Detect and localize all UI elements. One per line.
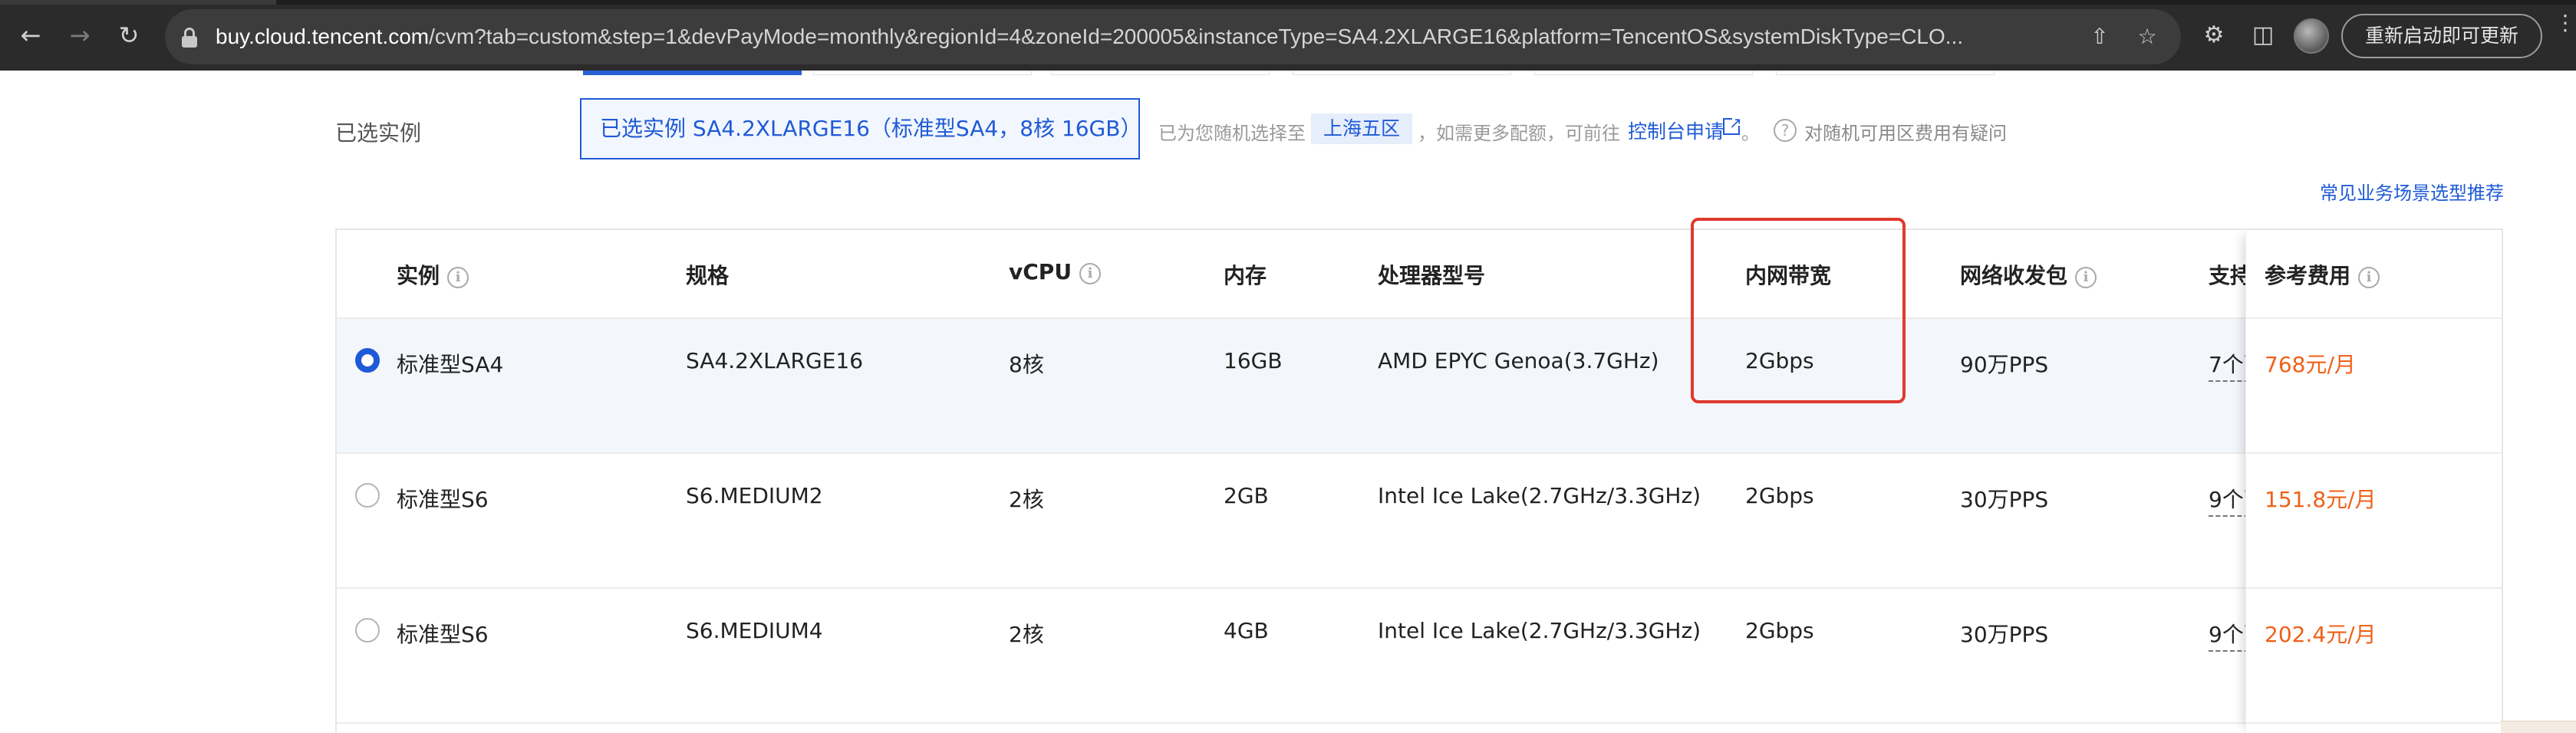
- tab[interactable]: [1534, 71, 1753, 75]
- tab-active[interactable]: [583, 71, 802, 75]
- cell-memory: 16GB: [1224, 348, 1283, 373]
- url-text[interactable]: buy.cloud.tencent.com/cvm?tab=custom&ste…: [216, 9, 2072, 64]
- info-icon[interactable]: i: [2075, 267, 2097, 288]
- selected-instance-box: 已选实例 SA4.2XLARGE16（标准型SA4，8核 16GB）: [580, 98, 1141, 159]
- cell-processor: Intel Ice Lake(2.7GHz/3.3GHz): [1378, 483, 1701, 508]
- console-apply-link[interactable]: 控制台申请: [1628, 117, 1724, 144]
- share-icon[interactable]: ⇧: [2084, 21, 2115, 52]
- divider: [2246, 317, 2502, 319]
- question-circle-icon[interactable]: ?: [1774, 119, 1797, 142]
- lock-icon[interactable]: [182, 28, 197, 48]
- cell-instance: 标准型S6: [397, 487, 489, 512]
- header-processor: 处理器型号: [1378, 263, 1486, 288]
- info-icon[interactable]: i: [447, 267, 469, 288]
- zone-fee-question-link[interactable]: 对随机可用区费用有疑问: [1804, 118, 2007, 145]
- random-zone-hint: 已为您随机选择至: [1158, 123, 1306, 144]
- cell-processor: Intel Ice Lake(2.7GHz/3.3GHz): [1378, 618, 1701, 643]
- header-spec: 规格: [686, 263, 730, 288]
- cell-spec: S6.MEDIUM4: [686, 618, 823, 643]
- restart-update-button[interactable]: 重新启动即可更新: [2341, 14, 2542, 58]
- address-bar[interactable]: buy.cloud.tencent.com/cvm?tab=custom&ste…: [165, 9, 2181, 64]
- quota-hint: ，如需更多配额，可前往: [1418, 123, 1620, 144]
- info-icon[interactable]: i: [2358, 267, 2380, 288]
- table-row[interactable]: 标准型S6 S6.MEDIUM4 2核 4GB Intel Ice Lake(2…: [337, 589, 2502, 724]
- tab-edge[interactable]: [0, 0, 276, 5]
- tab[interactable]: [1293, 71, 1511, 75]
- zone-tag: 上海五区: [1311, 113, 1413, 144]
- price-column: 参考费用 i 768元/月 151.8元/月 202.4元/月: [2245, 230, 2502, 733]
- config-tabs: [583, 71, 2194, 77]
- info-icon[interactable]: i: [1079, 263, 1102, 284]
- table-row[interactable]: 标准型SA4 SA4.2XLARGE16 8核 16GB AMD EPYC Ge…: [337, 319, 2502, 454]
- divider: [2246, 722, 2502, 724]
- cell-bandwidth: 2Gbps: [1745, 618, 1814, 643]
- cell-processor: AMD EPYC Genoa(3.7GHz): [1378, 348, 1659, 373]
- tab[interactable]: [1051, 71, 1270, 75]
- tab[interactable]: [1776, 71, 1995, 75]
- cell-pps: 30万PPS: [1960, 487, 2049, 512]
- header-support: 支持: [2209, 263, 2245, 288]
- header-price: 参考费用 i: [2265, 259, 2380, 290]
- cell-pps: 90万PPS: [1960, 352, 2049, 377]
- side-panel-icon[interactable]: ◫: [2248, 20, 2278, 51]
- cell-price: 768元/月: [2265, 352, 2356, 377]
- back-arrow-icon[interactable]: ←: [15, 20, 46, 51]
- cell-spec: S6.MEDIUM2: [686, 483, 823, 508]
- cell-spec: SA4.2XLARGE16: [686, 348, 864, 373]
- forward-arrow-icon[interactable]: →: [64, 20, 95, 51]
- cell-vcpu: 8核: [1009, 352, 1044, 377]
- header-memory: 内存: [1224, 263, 1267, 288]
- external-link-arrow-icon: ↗: [1729, 113, 1742, 132]
- cell-price: 202.4元/月: [2265, 622, 2377, 647]
- table-header: 实例i 规格 vCPUi 内存 处理器型号 内网带宽 网络收发包i 支持: [337, 230, 2502, 319]
- row-radio[interactable]: [355, 483, 380, 508]
- puzzle-icon[interactable]: ⚙: [2199, 20, 2229, 51]
- cell-price: 151.8元/月: [2265, 487, 2377, 512]
- scenario-recommendation-link[interactable]: 常见业务场景选型推荐: [2320, 178, 2504, 205]
- cell-instance: 标准型SA4: [397, 352, 504, 377]
- tab[interactable]: [813, 71, 1032, 75]
- cell-memory: 2GB: [1224, 483, 1269, 508]
- instance-table: 实例i 规格 vCPUi 内存 处理器型号 内网带宽 网络收发包i 支持 标准型…: [335, 228, 2503, 733]
- header-vcpu: vCPU i: [1009, 259, 1102, 284]
- browser-toolbar: ← → ↻ buy.cloud.tencent.com/cvm?tab=cust…: [0, 0, 2576, 71]
- cell-vcpu: 2核: [1009, 622, 1044, 647]
- table-row[interactable]: 标准型S6 S6.MEDIUM2 2核 2GB Intel Ice Lake(2…: [337, 454, 2502, 589]
- bandwidth-highlight-box: [1691, 218, 1906, 403]
- floating-widget-edge[interactable]: [2501, 721, 2576, 733]
- cell-instance: 标准型S6: [397, 622, 489, 647]
- header-pps: 网络收发包 i: [1960, 259, 2097, 290]
- avatar[interactable]: [2294, 18, 2329, 54]
- selected-instance-label: 已选实例: [335, 120, 422, 146]
- divider: [2246, 452, 2502, 454]
- divider: [2246, 587, 2502, 589]
- cell-pps: 30万PPS: [1960, 622, 2049, 647]
- row-radio[interactable]: [355, 348, 380, 373]
- cell-vcpu: 2核: [1009, 487, 1044, 512]
- tab-strip-edge: [0, 0, 2576, 5]
- star-icon[interactable]: ☆: [2132, 21, 2163, 52]
- cell-memory: 4GB: [1224, 618, 1269, 643]
- row-radio[interactable]: [355, 618, 380, 643]
- cell-bandwidth: 2Gbps: [1745, 483, 1814, 508]
- hint-period: 。: [1741, 123, 1760, 144]
- kebab-menu-icon[interactable]: ⋮: [2555, 12, 2576, 55]
- reload-icon[interactable]: ↻: [114, 20, 144, 51]
- header-instance: 实例 i: [397, 259, 469, 290]
